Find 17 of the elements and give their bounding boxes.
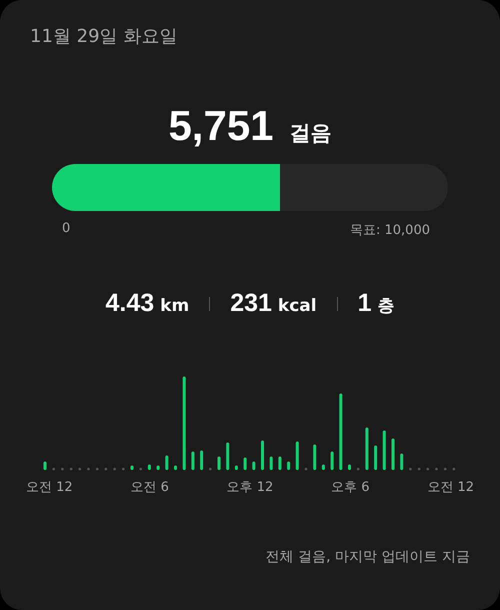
- scale-min-label: 0: [62, 221, 70, 238]
- time-axis-label: 오후 6: [331, 479, 370, 496]
- stat-value: 1: [358, 289, 372, 318]
- stat-value: 231: [230, 289, 272, 318]
- time-axis-label: 오전 12: [427, 479, 474, 496]
- update-note: 전체 걸음, 마지막 업데이트 지금: [266, 548, 470, 566]
- date-label: 11월 29일 화요일: [30, 25, 178, 48]
- time-axis-label: 오전 6: [130, 479, 169, 496]
- stat-unit: 층: [378, 295, 394, 317]
- stat-unit: km: [160, 296, 190, 316]
- time-axis-label: 오전 12: [26, 479, 73, 496]
- stat-unit: kcal: [278, 296, 317, 316]
- stat-value: 4.43: [105, 289, 154, 318]
- goal-label: 목표: 10,000: [350, 222, 430, 239]
- step-count: 5,751: [168, 102, 274, 150]
- step-unit: 걸음: [290, 120, 332, 147]
- time-axis-label: 오후 12: [226, 479, 274, 496]
